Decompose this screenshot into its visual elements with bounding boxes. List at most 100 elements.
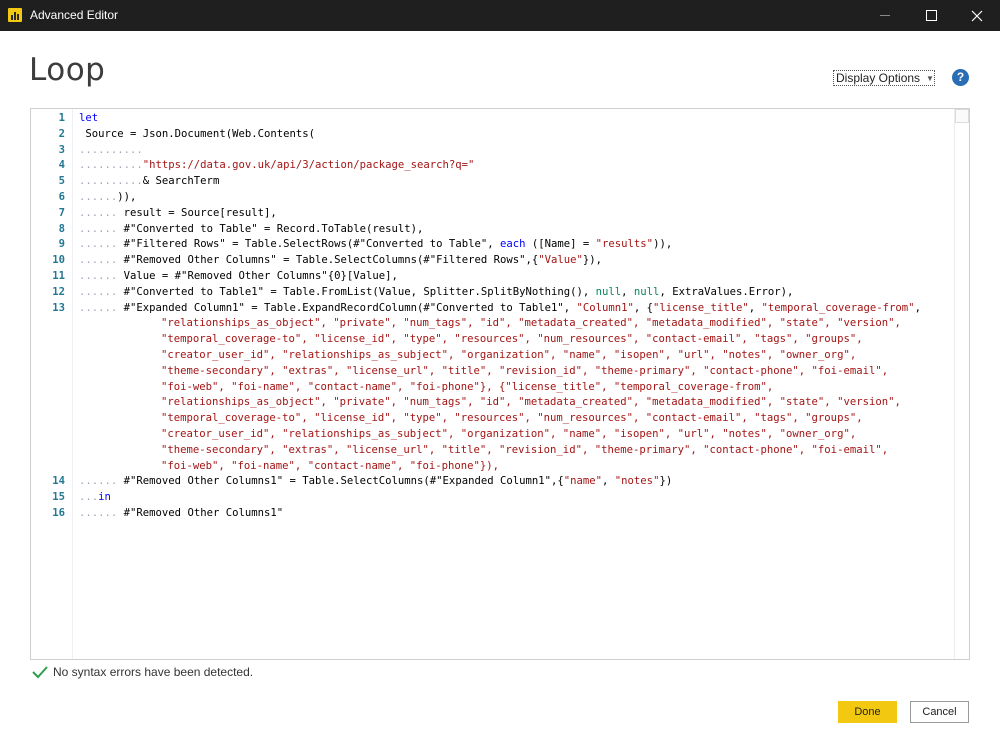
code-token: "results" — [595, 238, 654, 251]
code-text: ...... #"Converted to Table1" = Table.Fr… — [79, 284, 793, 300]
code-token: "temporal_coverage-to", "license_id", "t… — [161, 333, 863, 346]
code-text: ...... #"Expanded Column1" = Table.Expan… — [79, 300, 921, 316]
line-number: 3 — [58, 143, 65, 156]
line-number: 14 — [52, 475, 65, 488]
code-token: )), — [117, 191, 137, 203]
code-line: 2 Source = Json.Document(Web.Contents( — [31, 126, 941, 142]
code-token: "temporal_coverage-to", "license_id", "t… — [161, 412, 863, 425]
line-number: 10 — [52, 254, 65, 267]
maximize-icon — [925, 10, 937, 21]
code-text: ...in — [79, 489, 111, 505]
line-number: 16 — [52, 507, 65, 519]
code-text: .........."https://data.gov.uk/api/3/act… — [79, 157, 474, 173]
code-line: 7...... result = Source[result], — [31, 205, 941, 221]
code-line: "theme-secondary", "extras", "license_ur… — [31, 363, 941, 379]
code-line: 10...... #"Removed Other Columns" = Tabl… — [31, 252, 941, 268]
code-token: "relationships_as_object", "private", "n… — [161, 317, 901, 330]
code-token: "foi-web", "foi-name", "contact-name", "… — [161, 380, 774, 393]
code-text: ...... Value = #"Removed Other Columns"{… — [79, 268, 398, 284]
whitespace-marker: ...... — [79, 270, 118, 282]
code-token: , — [914, 301, 921, 314]
whitespace-marker: ...... — [79, 191, 118, 203]
wrapped-code-text: "temporal_coverage-to", "license_id", "t… — [161, 410, 863, 426]
whitespace-marker: ...... — [79, 475, 118, 488]
code-token: "theme-secondary", "extras", "license_ur… — [161, 443, 889, 456]
code-token: let — [79, 112, 99, 124]
code-token: in — [98, 491, 111, 504]
code-token: Source = Json.Document(Web.Contents( — [79, 127, 315, 140]
code-line: "temporal_coverage-to", "license_id", "t… — [31, 410, 941, 426]
whitespace-marker: .......... — [79, 143, 143, 156]
whitespace-marker: ...... — [79, 285, 118, 298]
wrapped-code-text: "theme-secondary", "extras", "license_ur… — [161, 442, 888, 458]
code-token: result = Source[result], — [117, 206, 277, 219]
whitespace-marker: ... — [79, 491, 99, 504]
minimize-button[interactable] — [862, 0, 908, 31]
code-text: ...... #"Removed Other Columns1" = Table… — [79, 473, 672, 489]
checkmark-icon — [32, 666, 48, 679]
whitespace-marker: ...... — [79, 222, 118, 235]
code-token: "creator_user_id", "relationships_as_sub… — [161, 349, 857, 361]
line-number: 4 — [58, 159, 65, 172]
maximize-button[interactable] — [908, 0, 954, 31]
code-line: 11...... Value = #"Removed Other Columns… — [31, 268, 941, 284]
code-token: #"Removed Other Columns1" — [117, 507, 284, 519]
code-token: , ExtraValues.Error), — [659, 285, 794, 298]
scrollbar-thumb[interactable] — [955, 109, 969, 123]
cancel-button[interactable]: Cancel — [910, 701, 969, 723]
code-token: #"Converted to Table" = Record.ToTable(r… — [117, 222, 424, 235]
code-token: null — [633, 285, 660, 298]
code-token: "temporal_coverage-from" — [761, 301, 915, 314]
code-text: .......... — [79, 142, 143, 158]
code-editor[interactable]: 1 let 2 Source = Json.Document(Web.Content… — [30, 108, 970, 660]
code-text: ...... #"Removed Other Columns" = Table.… — [79, 252, 602, 268]
wrapped-code-text: "creator_user_id", "relationships_as_sub… — [161, 347, 856, 363]
code-line: 4 .........."https://data.gov.uk/api/3/ac… — [31, 157, 941, 173]
vertical-scrollbar[interactable] — [954, 109, 969, 659]
code-token: "name" — [563, 475, 603, 488]
display-options-label: Display Options — [836, 71, 921, 85]
code-token: "Column1" — [576, 301, 634, 314]
code-token: #"Removed Other Columns1" = Table.Select… — [117, 475, 564, 488]
code-line: "relationships_as_object", "private", "n… — [31, 315, 941, 331]
code-text: let — [79, 110, 98, 126]
help-icon[interactable]: ? — [952, 69, 969, 86]
code-token: #"Expanded Column1" = Table.ExpandRecord… — [117, 301, 577, 314]
code-line: "creator_user_id", "relationships_as_sub… — [31, 426, 941, 442]
wrapped-code-text: "creator_user_id", "relationships_as_sub… — [161, 426, 856, 442]
code-line: 9...... #"Filtered Rows" = Table.SelectR… — [31, 236, 941, 252]
code-token: , — [748, 301, 762, 314]
code-line: "foi-web", "foi-name", "contact-name", "… — [31, 458, 941, 474]
chevron-down-icon: ▼ — [926, 73, 934, 83]
line-number: 15 — [52, 491, 65, 504]
code-text: ..........& SearchTerm — [79, 173, 219, 189]
wrapped-code-text: "relationships_as_object", "private", "n… — [161, 315, 901, 331]
done-button[interactable]: Done — [838, 701, 897, 723]
line-number: 9 — [58, 238, 65, 251]
code-token: #"Removed Other Columns" = Table.SelectC… — [117, 254, 539, 267]
code-token: , — [621, 285, 634, 298]
whitespace-marker: .......... — [79, 159, 143, 172]
code-token: #"Filtered Rows" = Table.SelectRows(#"Co… — [117, 238, 500, 251]
code-token: null — [595, 285, 622, 298]
power-bi-icon — [8, 8, 22, 22]
window-title: Advanced Editor — [30, 8, 119, 22]
code-line: 6......)), — [31, 189, 941, 205]
code-text: ...... #"Converted to Table" = Record.To… — [79, 221, 423, 237]
code-token: "creator_user_id", "relationships_as_sub… — [161, 428, 857, 440]
code-line: 3.......... — [31, 142, 941, 158]
whitespace-marker: ...... — [79, 254, 118, 267]
code-line: "temporal_coverage-to", "license_id", "t… — [31, 331, 941, 347]
code-token: "foi-web", "foi-name", "contact-name", "… — [161, 459, 500, 472]
code-line: 5 ..........& SearchTerm — [31, 173, 941, 189]
code-token: each — [499, 238, 526, 251]
line-number: 2 — [58, 127, 65, 140]
display-options-dropdown[interactable]: Display Options ▼ — [833, 70, 935, 86]
close-button[interactable] — [954, 0, 1000, 31]
code-text: ......)), — [79, 189, 136, 205]
line-number: 8 — [58, 222, 65, 235]
code-token: #"Converted to Table1" = Table.FromList(… — [117, 285, 596, 298]
code-line: "foi-web", "foi-name", "contact-name", "… — [31, 379, 941, 395]
code-line: 1 let — [31, 110, 941, 126]
query-name-heading: Loop — [29, 52, 106, 88]
